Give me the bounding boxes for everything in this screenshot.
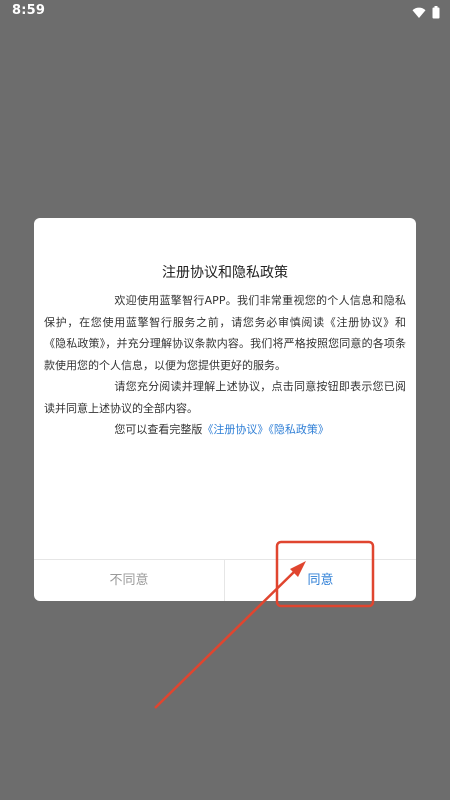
- dialog-body: 欢迎使用蓝擎智行APP。我们非常重视您的个人信息和隐私保护，在您使用蓝擎智行服务…: [44, 290, 406, 441]
- status-icons: [412, 4, 440, 23]
- intro-paragraph: 欢迎使用蓝擎智行APP。我们非常重视您的个人信息和隐私保护，在您使用蓝擎智行服务…: [44, 294, 406, 372]
- privacy-policy-link[interactable]: 《隐私政策》: [268, 423, 329, 436]
- wifi-icon: [412, 4, 426, 23]
- agreement-dialog: 注册协议和隐私政策 欢迎使用蓝擎智行APP。我们非常重视您的个人信息和隐私保护，…: [34, 218, 416, 601]
- agree-button[interactable]: 同意: [225, 560, 416, 601]
- disagree-button[interactable]: 不同意: [34, 560, 224, 601]
- full-version-paragraph: 您可以查看完整版《注册协议》《隐私政策》: [44, 419, 406, 441]
- app-screen: 8:59 注册协议和隐私政策 欢迎使用蓝擎智行APP。我们非常重视您的个人信息和…: [0, 0, 450, 800]
- full-version-prefix: 您可以查看完整版: [114, 423, 203, 436]
- consent-paragraph: 请您充分阅读并理解上述协议，点击同意按钮即表示您已阅读并同意上述协议的全部内容。: [44, 380, 406, 415]
- status-bar: 8:59: [0, 0, 450, 22]
- status-time: 8:59: [12, 3, 46, 18]
- register-agreement-link[interactable]: 《注册协议》: [202, 423, 268, 436]
- battery-icon: [432, 4, 440, 23]
- dialog-title: 注册协议和隐私政策: [162, 265, 288, 281]
